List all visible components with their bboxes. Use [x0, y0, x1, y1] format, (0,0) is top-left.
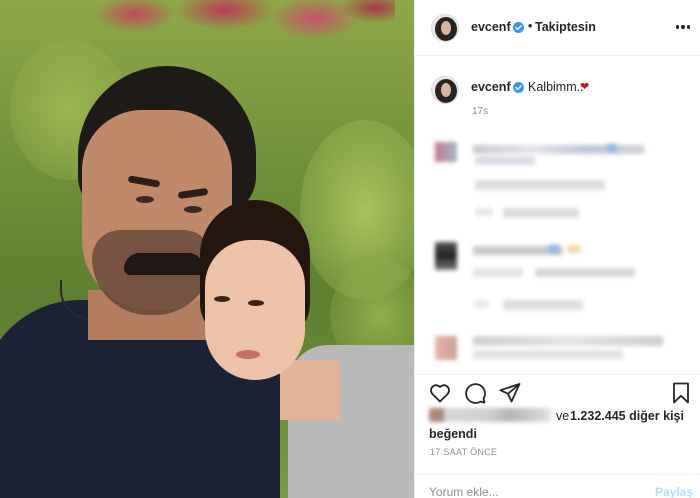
blurred-comment-text: [535, 268, 635, 277]
photo-woman-eye: [248, 300, 264, 306]
blurred-comment-text: [473, 336, 663, 346]
heart-outline-icon[interactable]: [428, 381, 452, 405]
blurred-comment-meta: [475, 300, 489, 308]
blurred-comment-text: [475, 156, 535, 165]
blurred-comment-text: [473, 268, 523, 277]
post-comment-button[interactable]: Paylaş: [655, 485, 693, 498]
caption-timestamp[interactable]: 17s: [472, 106, 488, 117]
photo-woman-lips: [236, 350, 260, 359]
photo-man-moustache: [124, 253, 204, 275]
blurred-comment-avatar: [435, 242, 457, 270]
post-username[interactable]: evcenf: [471, 20, 511, 34]
photo-man-eye: [136, 196, 154, 203]
blurred-comment-avatar: [435, 142, 457, 162]
verified-badge-icon: [513, 22, 524, 33]
heart-emoji-icon: ❤: [580, 81, 590, 93]
post-sidebar: evcenf • Takiptesin evcenf Kalbimm.. ❤ 1…: [414, 0, 700, 498]
blurred-comment-meta: [503, 300, 583, 310]
blurred-comment-meta: [475, 208, 493, 216]
blurred-comment-text: [473, 145, 645, 154]
avatar-face: [441, 83, 451, 97]
more-options-icon[interactable]: [673, 18, 693, 36]
comment-input[interactable]: [429, 484, 629, 498]
blurred-likers: [429, 408, 551, 422]
comment-bubble-icon[interactable]: [463, 381, 487, 405]
photo-woman-neck: [280, 360, 340, 420]
blurred-verified-badge: [549, 245, 559, 253]
caption-username[interactable]: evcenf: [471, 80, 511, 94]
avatar[interactable]: [431, 14, 459, 42]
separator-dot: •: [528, 19, 533, 33]
avatar[interactable]: [431, 76, 459, 104]
blurred-comment-text: [475, 180, 605, 190]
blurred-verified-badge: [607, 144, 617, 152]
caption-text: Kalbimm..: [528, 80, 584, 94]
post-timestamp[interactable]: 17 SAAT ÖNCE: [430, 447, 497, 457]
blurred-comment-avatar: [435, 336, 457, 360]
bookmark-icon[interactable]: [669, 381, 693, 405]
follow-status-button[interactable]: Takiptesin: [535, 20, 596, 34]
post-header: evcenf • Takiptesin: [415, 0, 700, 56]
paper-plane-icon[interactable]: [498, 381, 522, 405]
likes-conjunction: ve: [556, 409, 570, 423]
likes-suffix[interactable]: beğendi: [429, 427, 477, 441]
likes-summary: ve 1.232.445 diğer kişi beğendi: [415, 404, 700, 444]
comment-bar: Paylaş: [415, 474, 700, 498]
photo-woman-eye: [214, 296, 230, 302]
photo-flowers: [95, 0, 395, 60]
photo-man-eye: [184, 206, 202, 213]
photo-woman-face: [205, 240, 305, 380]
verified-badge-icon: [513, 82, 524, 93]
blurred-emoji: [567, 245, 581, 253]
avatar-face: [441, 21, 451, 35]
blurred-comment-meta: [503, 208, 579, 218]
post-photo[interactable]: [0, 0, 414, 498]
likes-count-link[interactable]: 1.232.445 diğer kişi: [570, 409, 684, 423]
blurred-comment-text: [473, 350, 623, 359]
